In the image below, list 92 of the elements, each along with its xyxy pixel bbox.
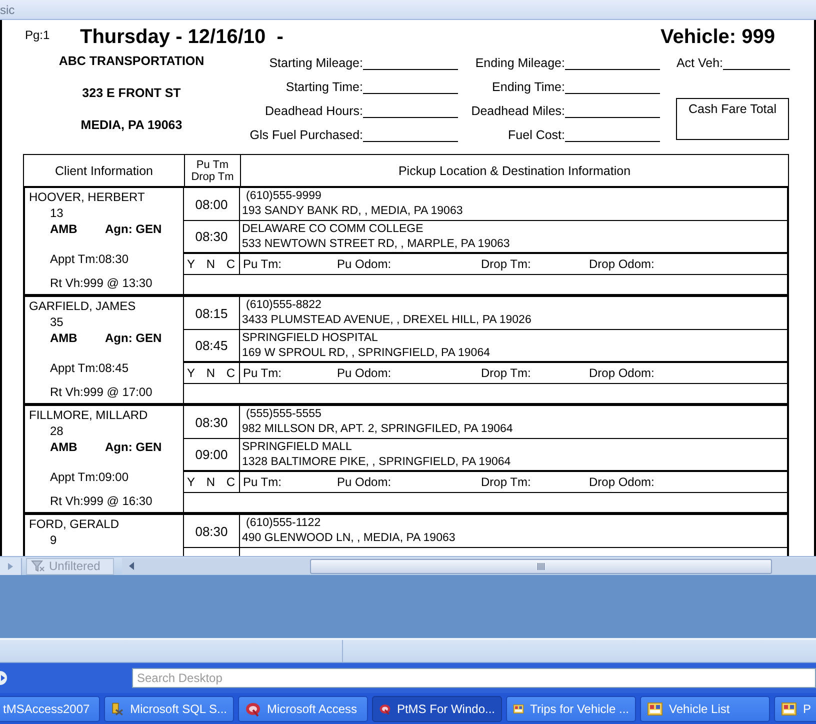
pickup-info: 490 GLENWOOD LN, , MEDIA, PA 19063 — [242, 531, 456, 546]
client-name: GARFIELD, JAMES — [29, 299, 137, 315]
taskbar-button[interactable]: Microsoft Access — [238, 696, 368, 722]
log-label: Pu Tm: — [243, 257, 282, 271]
destination-info: SPRINGFIELD MALL — [242, 440, 353, 455]
confirm-code: C — [226, 257, 235, 271]
appointment-time: Appt Tm:08:30 — [49, 252, 130, 268]
destination-info: 169 W SPROUL RD, , SPRINGFIELD, PA 19064 — [242, 346, 491, 361]
field-label: Act Veh: — [675, 56, 723, 70]
confirm-code: Y — [187, 366, 196, 380]
confirm-code: Y — [187, 257, 196, 271]
filter-button[interactable]: Unfiltered — [26, 558, 114, 574]
field-label: Deadhead Hours: — [264, 104, 363, 118]
company-line: MEDIA, PA 19063 — [80, 117, 182, 134]
return-vehicle: Rt Vh:999 @ 13:30 — [49, 276, 154, 290]
confirm-code: Y — [187, 475, 196, 489]
pickup-time: 08:00 — [195, 196, 228, 212]
confirm-code: N — [206, 366, 215, 380]
agency-code: Agn: GEN — [105, 331, 162, 347]
client-id: 28 — [49, 424, 64, 440]
confirm-code: N — [206, 257, 215, 271]
appointment-time: Appt Tm:08:45 — [49, 361, 130, 377]
pickup-info: (610)555-1122 — [245, 516, 322, 531]
pickup-info: (610)555-8822 — [245, 298, 322, 313]
destination-info: SPRINGFIELD HOSPITAL — [242, 331, 379, 346]
drop-time: 09:00 — [195, 447, 228, 462]
box-label: Cash Fare Total — [688, 102, 776, 118]
window-title: sic — [0, 2, 15, 16]
header-text: Pu Tm — [196, 158, 229, 170]
pickup-info: 193 SANDY BANK RD, , MEDIA, PA 19063 — [242, 204, 464, 219]
log-label: Pu Tm: — [243, 366, 282, 380]
taskbar-button[interactable]: tMSAccess2007 — [0, 696, 100, 722]
field-label: Ending Time: — [491, 80, 565, 94]
company-line: 323 E FRONT ST — [82, 85, 181, 102]
page-number: Pg:1 — [25, 28, 51, 42]
return-vehicle: Rt Vh:999 @ 16:30 — [49, 494, 154, 508]
client-id: 13 — [49, 206, 64, 222]
vehicle-number: Vehicle: 999 — [660, 26, 775, 49]
client-name: FORD, GERALD — [29, 517, 120, 533]
company-line: ABC TRANSPORTATION — [58, 53, 204, 70]
pickup-time: 08:30 — [195, 524, 228, 538]
search-field[interactable]: Search Desktop — [132, 668, 816, 688]
drop-time: 08:30 — [195, 229, 228, 244]
appointment-time: Appt Tm:09:00 — [49, 470, 130, 486]
pickup-info: 3433 PLUMSTEAD AVENUE, , DREXEL HILL, PA 19026 — [242, 313, 532, 328]
taskbar-button[interactable]: P — [774, 696, 816, 722]
log-label: Drop Tm: — [481, 475, 532, 489]
agency-code: Agn: GEN — [105, 440, 162, 456]
taskbar-button[interactable]: Trips for Vehicle ... — [506, 696, 636, 722]
destination-info: 533 NEWTOWN STREET RD, , MARPLE, PA 19063 — [242, 237, 511, 252]
confirm-code: C — [226, 366, 235, 380]
taskbar-button[interactable]: Microsoft SQL S... — [104, 696, 234, 722]
log-label: Pu Odom: — [337, 257, 392, 271]
field-label: Starting Time: — [284, 80, 363, 94]
trip-mode: AMB — [50, 331, 78, 347]
client-name: HOOVER, HERBERT — [29, 190, 146, 206]
taskbar-button[interactable]: Vehicle List — [640, 696, 770, 722]
client-id: 9 — [49, 533, 58, 549]
field-label: Gls Fuel Purchased: — [248, 128, 363, 142]
trip-mode: AMB — [50, 222, 78, 238]
return-vehicle: Rt Vh:999 @ 17:00 — [49, 385, 154, 399]
log-label: Drop Odom: — [589, 475, 656, 489]
field-label: Fuel Cost: — [507, 128, 565, 142]
log-label: Drop Tm: — [481, 257, 532, 271]
log-label: Drop Odom: — [589, 366, 656, 380]
log-label: Pu Odom: — [337, 475, 392, 489]
log-label: Pu Odom: — [337, 366, 392, 380]
field-label: Deadhead Miles: — [470, 104, 565, 118]
header-text: Drop Tm — [191, 170, 234, 182]
report-title: Thursday - 12/16/10 - — [80, 26, 284, 49]
log-label: Drop Tm: — [481, 366, 532, 380]
log-label: Pu Tm: — [243, 475, 282, 489]
destination-info: 1328 BALTIMORE PIKE, , SPRINGFIELD, PA 19064 — [242, 455, 512, 470]
field-label: Starting Mileage: — [268, 56, 363, 70]
agency-code: Agn: GEN — [105, 222, 162, 238]
pickup-info: (610)555-9999 — [245, 189, 322, 204]
confirm-code: N — [206, 475, 215, 489]
client-name: FILLMORE, MILLARD — [29, 408, 149, 424]
trip-mode: AMB — [50, 440, 78, 456]
pickup-info: 982 MILLSON DR, APT. 2, SPRINGFILED, PA 19064 — [242, 422, 514, 437]
header-text: Client Information — [55, 164, 153, 178]
taskbar-button[interactable]: PtMS For Windo... — [372, 696, 502, 722]
pickup-info: (555)555-5555 — [245, 407, 322, 422]
pickup-time: 08:15 — [195, 306, 228, 320]
pickup-time: 08:30 — [195, 414, 228, 430]
drop-time: 08:45 — [195, 338, 228, 353]
confirm-code: C — [226, 475, 235, 489]
field-label: Ending Mileage: — [474, 56, 565, 70]
log-label: Drop Odom: — [589, 257, 656, 271]
header-text: Pickup Location & Destination Information — [398, 164, 631, 178]
client-id: 35 — [49, 315, 64, 331]
destination-info: DELAWARE CO COMM COLLEGE — [242, 222, 424, 237]
